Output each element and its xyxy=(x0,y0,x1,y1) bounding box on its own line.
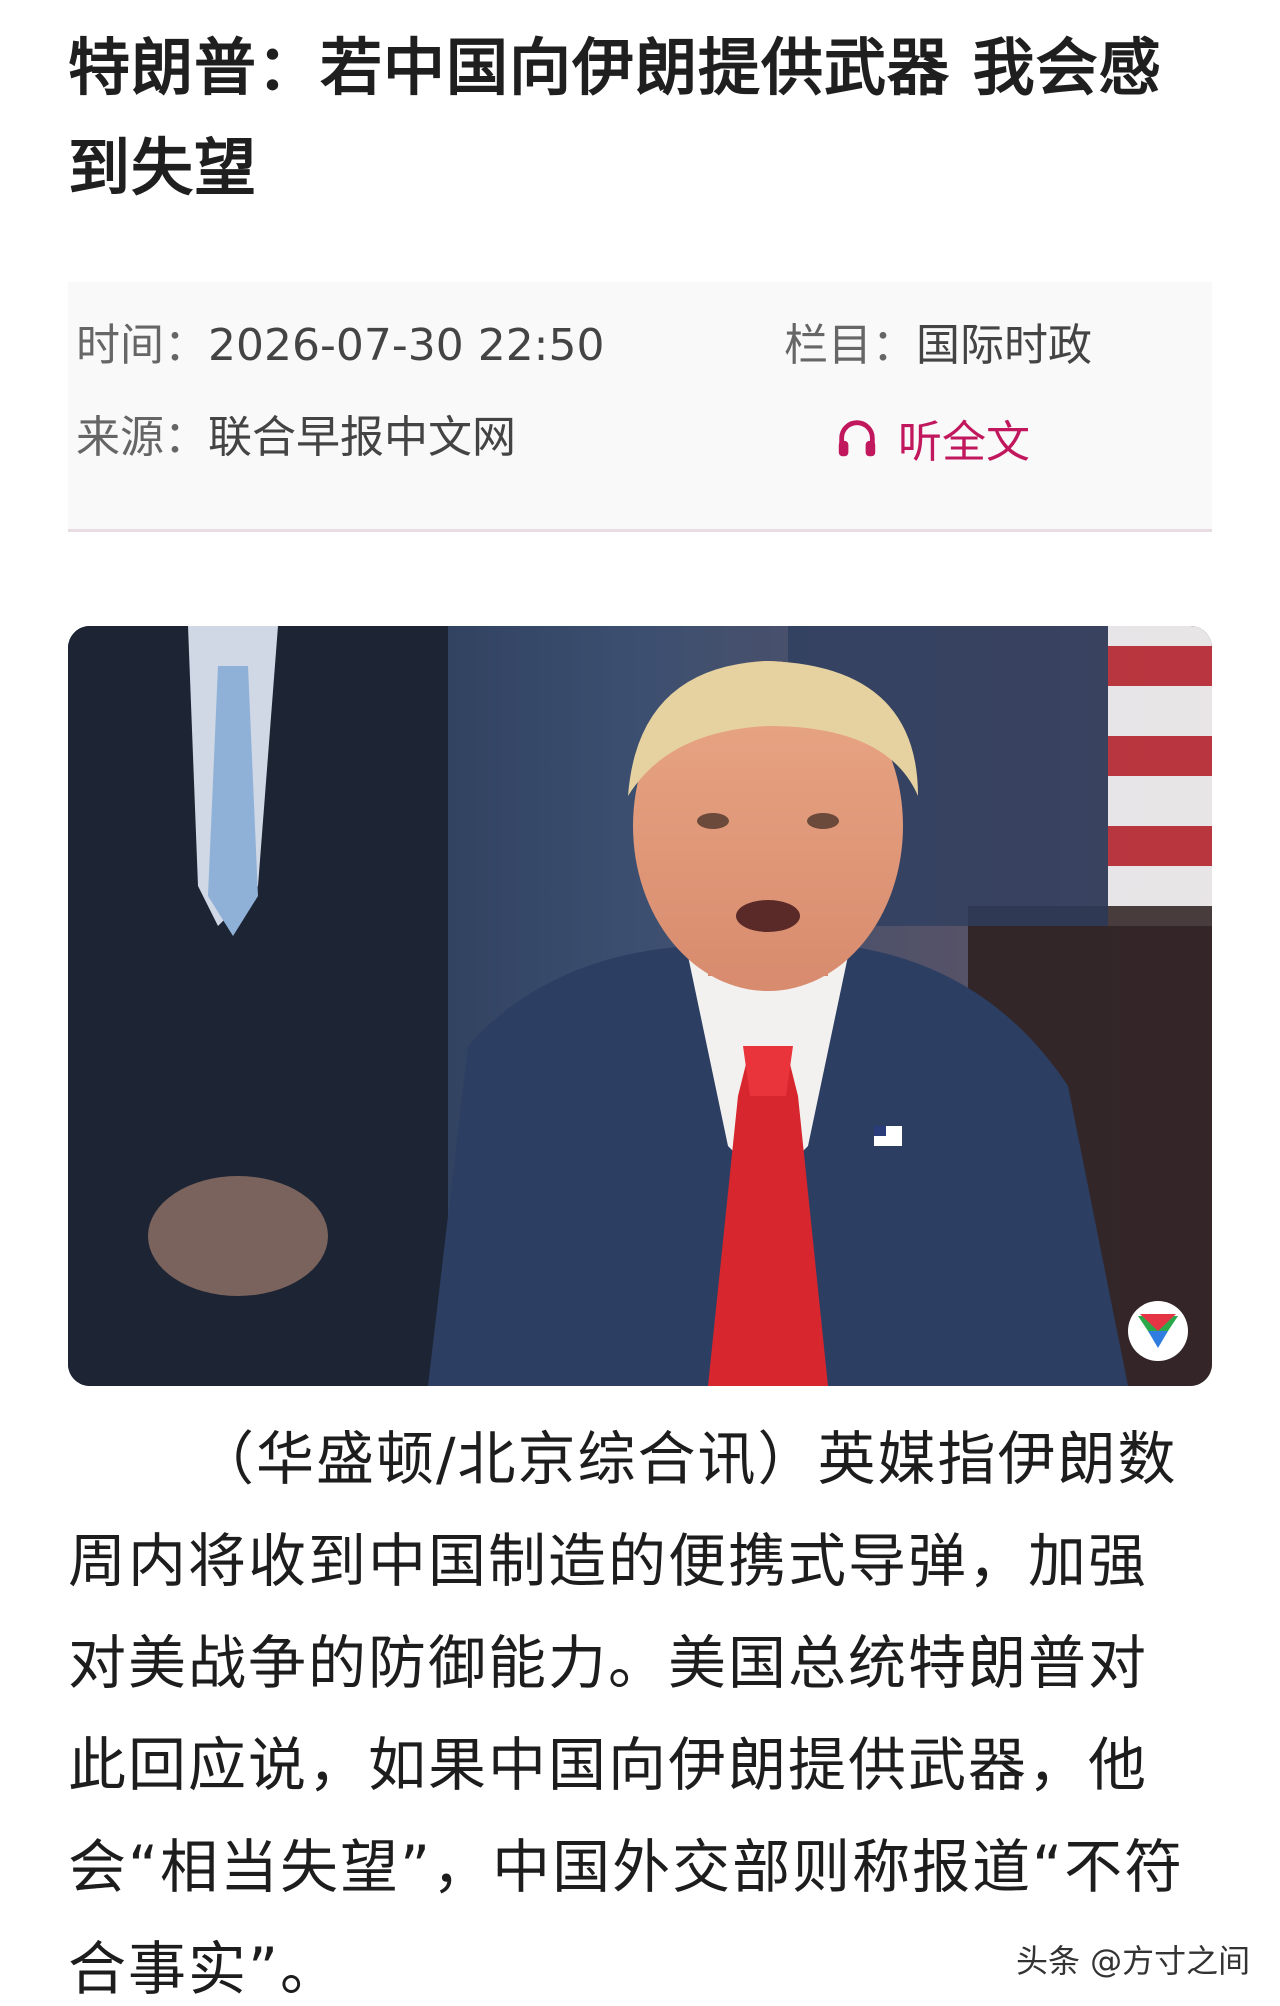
article-body: （华盛顿/北京综合讯）英媒指伊朗数周内将收到中国制造的便携式导弹，加强对美战争的… xyxy=(68,1408,1188,2006)
source-watermark: 头条 @方寸之间 xyxy=(1016,1942,1251,1980)
article-paragraph: （华盛顿/北京综合讯）英媒指伊朗数周内将收到中国制造的便携式导弹，加强对美战争的… xyxy=(68,1425,1185,2003)
article-photo[interactable] xyxy=(68,626,1212,1386)
source-label: 来源： xyxy=(76,412,208,463)
meta-source: 来源：联合早报中文网 xyxy=(76,410,516,466)
play-logo-icon xyxy=(1128,1301,1188,1361)
source-value: 联合早报中文网 xyxy=(208,412,516,463)
column-value[interactable]: 国际时政 xyxy=(916,320,1092,371)
listen-full-text-button[interactable]: 听全文 xyxy=(834,406,1030,470)
listen-label: 听全文 xyxy=(898,417,1030,468)
column-label: 栏目： xyxy=(784,320,916,371)
article-meta-card: 时间：2026-07-30 22:50 栏目：国际时政 来源：联合早报中文网 听… xyxy=(68,282,1212,532)
time-value: 2026-07-30 22:50 xyxy=(208,320,605,371)
photo-illustration xyxy=(68,626,1212,1386)
time-label: 时间： xyxy=(76,320,208,371)
meta-time: 时间：2026-07-30 22:50 xyxy=(76,318,605,374)
headphones-icon xyxy=(838,420,876,457)
article-title: 特朗普：若中国向伊朗提供武器 我会感到失望 xyxy=(68,31,1162,204)
meta-column: 栏目：国际时政 xyxy=(784,318,1092,374)
